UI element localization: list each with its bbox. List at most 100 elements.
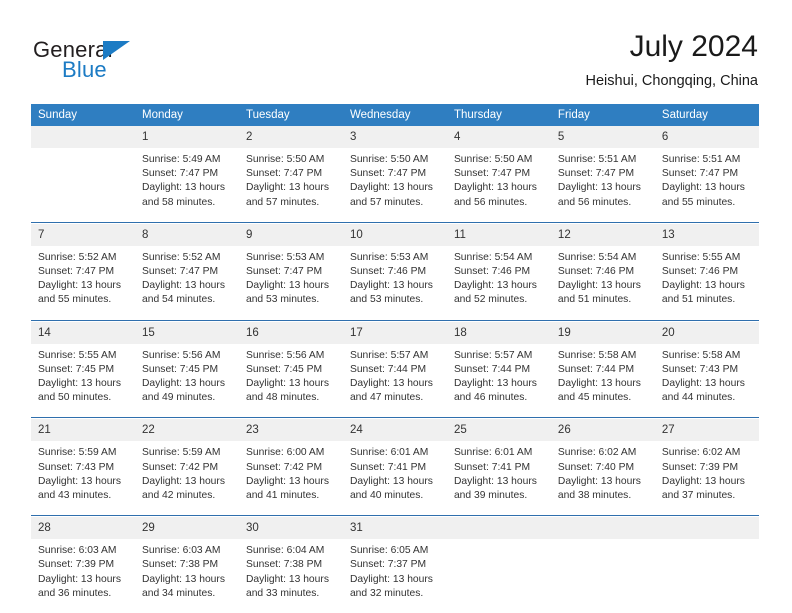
day-number-row: 21 22 23 24 25 26 27 [31,419,759,442]
daylight-text-line2: and 57 minutes. [245,196,320,208]
day-detail: Sunrise: 5:54 AM Sunset: 7:46 PM Dayligh… [446,245,551,321]
page-title: July 2024 [629,30,758,63]
daylight-text-line1: Daylight: 13 hours [557,182,641,194]
day-number-row: 14 15 16 17 18 19 20 [31,321,759,344]
day-number[interactable]: 27 [654,419,759,442]
day-number[interactable]: 21 [31,419,135,442]
daylight-text-line1: Daylight: 13 hours [661,280,745,292]
day-number[interactable]: 6 [654,126,759,148]
day-detail: Sunrise: 6:01 AM Sunset: 7:41 PM Dayligh… [446,441,551,516]
day-number[interactable]: 15 [134,321,239,344]
daylight-text-line2: and 44 minutes. [661,392,736,404]
sunset-text: Sunset: 7:45 PM [38,363,115,375]
weekday-header-wednesday: Wednesday [342,104,447,126]
day-number[interactable]: 13 [654,223,759,246]
day-number[interactable]: 18 [446,321,551,344]
day-number[interactable]: 20 [654,321,759,344]
title-block: July 2024 Heishui, Chongqing, China [586,30,759,91]
sunset-text: Sunset: 7:40 PM [557,461,635,473]
day-detail: Sunrise: 5:50 AM Sunset: 7:47 PM Dayligh… [342,148,447,223]
day-number[interactable]: 19 [550,321,655,344]
day-number[interactable]: 3 [342,126,447,148]
day-detail: Sunrise: 5:59 AM Sunset: 7:42 PM Dayligh… [134,441,239,516]
daylight-text-line2: and 51 minutes. [661,294,736,306]
day-number[interactable]: 7 [31,223,135,246]
day-number[interactable]: 22 [134,419,239,442]
sunrise-text: Sunrise: 5:53 AM [349,251,429,263]
day-detail: Sunrise: 5:50 AM Sunset: 7:47 PM Dayligh… [238,148,343,223]
daylight-text-line1: Daylight: 13 hours [557,280,641,292]
sunrise-text: Sunrise: 5:49 AM [141,154,221,165]
sunrise-text: Sunrise: 5:54 AM [453,251,533,263]
daylight-text-line1: Daylight: 13 hours [141,378,225,390]
day-number[interactable]: 23 [238,419,343,442]
daylight-text-line2: and 53 minutes. [245,294,320,306]
calendar-page: General Blue July 2024 Heishui, Chongqin… [0,0,792,613]
day-number[interactable]: 4 [446,126,551,148]
day-number[interactable]: 5 [550,126,655,148]
day-number[interactable]: 30 [238,517,343,540]
day-cell-empty [446,517,551,540]
daylight-text-line1: Daylight: 13 hours [141,182,225,194]
day-number[interactable]: 16 [238,321,343,344]
daylight-text-line1: Daylight: 13 hours [557,378,641,390]
day-detail: Sunrise: 5:51 AM Sunset: 7:47 PM Dayligh… [550,148,655,223]
daylight-text-line2: and 47 minutes. [349,392,424,404]
weekday-header-tuesday: Tuesday [238,104,343,126]
sunrise-text: Sunrise: 6:02 AM [661,447,741,459]
sunrise-text: Sunrise: 5:52 AM [141,251,221,263]
sunset-text: Sunset: 7:47 PM [557,168,635,180]
daylight-text-line1: Daylight: 13 hours [661,182,745,194]
day-number[interactable]: 10 [342,223,447,246]
generalblue-logo: General Blue [33,37,183,83]
day-number[interactable]: 8 [134,223,239,246]
daylight-text-line1: Daylight: 13 hours [141,573,225,585]
day-number[interactable]: 1 [134,126,239,148]
daylight-text-line1: Daylight: 13 hours [349,182,433,194]
sunset-text: Sunset: 7:38 PM [141,559,219,571]
day-number[interactable]: 25 [446,419,551,442]
sunset-text: Sunset: 7:46 PM [453,266,531,278]
sunrise-text: Sunrise: 5:51 AM [661,154,741,165]
day-number[interactable]: 31 [342,517,447,540]
daylight-text-line1: Daylight: 13 hours [349,475,433,487]
sunset-text: Sunset: 7:42 PM [245,461,323,473]
sunrise-text: Sunrise: 6:04 AM [245,545,325,557]
day-number[interactable]: 28 [31,517,135,540]
weekday-header-saturday: Saturday [654,104,759,126]
day-detail: Sunrise: 6:05 AM Sunset: 7:37 PM Dayligh… [342,539,447,613]
day-number[interactable]: 24 [342,419,447,442]
day-detail: Sunrise: 5:53 AM Sunset: 7:47 PM Dayligh… [238,245,343,321]
day-number[interactable]: 11 [446,223,551,246]
day-number[interactable]: 2 [238,126,343,148]
page-header: General Blue July 2024 Heishui, Chongqin… [0,0,792,100]
sunset-text: Sunset: 7:43 PM [38,461,115,473]
day-number[interactable]: 26 [550,419,655,442]
day-number-row: 7 8 9 10 11 12 13 [31,223,759,246]
daylight-text-line1: Daylight: 13 hours [661,475,745,487]
day-detail: Sunrise: 5:56 AM Sunset: 7:45 PM Dayligh… [238,343,343,418]
sunrise-text: Sunrise: 6:02 AM [557,447,637,459]
daylight-text-line1: Daylight: 13 hours [38,378,121,390]
day-number[interactable]: 9 [238,223,343,246]
day-detail-row: Sunrise: 5:49 AM Sunset: 7:47 PM Dayligh… [31,148,759,223]
daylight-text-line2: and 51 minutes. [557,294,632,306]
sunrise-text: Sunrise: 6:03 AM [141,545,221,557]
sunset-text: Sunset: 7:47 PM [453,168,531,180]
day-detail: Sunrise: 5:58 AM Sunset: 7:43 PM Dayligh… [654,343,759,418]
daylight-text-line1: Daylight: 13 hours [245,280,329,292]
weekday-header-thursday: Thursday [446,104,551,126]
daylight-text-line1: Daylight: 13 hours [661,378,745,390]
day-number[interactable]: 17 [342,321,447,344]
day-detail: Sunrise: 6:04 AM Sunset: 7:38 PM Dayligh… [238,539,343,613]
day-number[interactable]: 12 [550,223,655,246]
day-number[interactable]: 14 [31,321,135,344]
daylight-text-line1: Daylight: 13 hours [349,378,433,390]
daylight-text-line1: Daylight: 13 hours [38,280,121,292]
day-number[interactable]: 29 [134,517,239,540]
daylight-text-line1: Daylight: 13 hours [453,280,537,292]
day-detail: Sunrise: 5:59 AM Sunset: 7:43 PM Dayligh… [31,441,135,516]
day-number-row: 1 2 3 4 5 6 [31,126,759,148]
sunrise-text: Sunrise: 5:54 AM [557,251,637,263]
daylight-text-line1: Daylight: 13 hours [557,475,641,487]
